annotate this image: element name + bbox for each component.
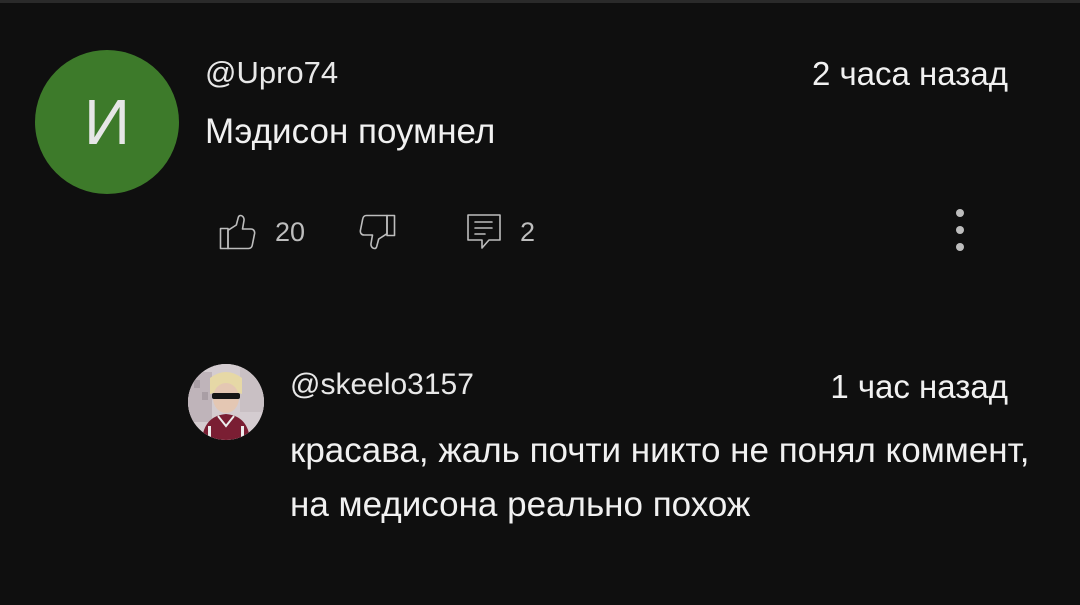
dislike-button[interactable] [357,212,397,252]
comment-menu-button[interactable] [945,206,975,258]
thumb-down-icon [357,212,397,252]
more-vert-icon [954,207,966,258]
thumb-up-icon [218,212,258,252]
reply-icon [465,212,503,252]
user-photo-icon [188,364,264,440]
reply-avatar[interactable] [188,364,264,440]
comment-author[interactable]: @Upro74 [205,55,338,91]
avatar-letter: И [84,86,130,158]
comment-actions: 20 2 [218,210,535,254]
comment-text: Мэдисон поумнел [205,112,496,151]
reply-author[interactable]: @skeelo3157 [290,368,474,402]
reply-count: 2 [520,216,536,247]
comment: И @Upro74 2 часа назад Мэдисон поумнел 2… [0,0,1080,300]
like-button[interactable]: 20 [218,212,305,252]
reply-text: красава, жаль почти никто не понял комме… [290,431,1030,524]
avatar[interactable]: И [35,50,179,194]
reply-comment: @skeelo3157 1 час назад красава, жаль по… [0,350,1080,605]
comment-timestamp: 2 часа назад [811,55,1008,92]
reply-button[interactable]: 2 [465,212,535,252]
like-count: 20 [275,216,306,247]
reply-timestamp: 1 час назад [830,368,1008,405]
